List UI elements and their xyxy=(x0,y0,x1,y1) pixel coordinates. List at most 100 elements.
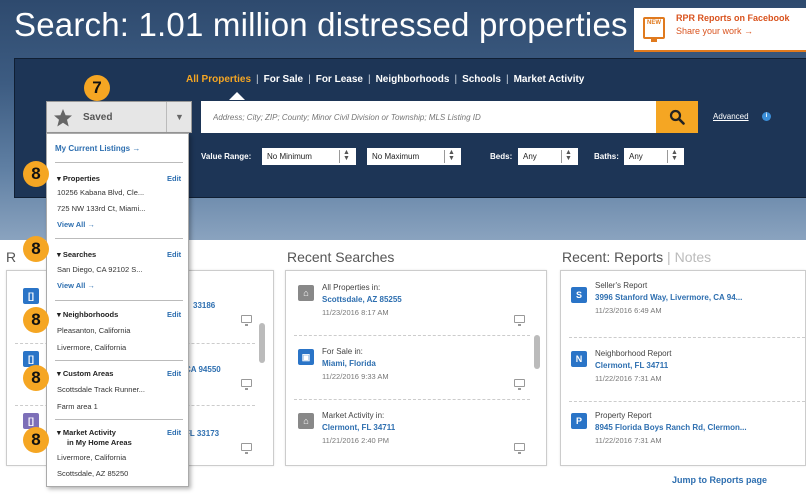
properties-view-all-link[interactable]: View All → xyxy=(57,220,95,229)
tab-separator: | xyxy=(505,74,509,85)
search-timestamp: 11/23/2016 8:17 AM xyxy=(322,308,389,317)
stepper-arrows-icon: ▲ ▼ xyxy=(444,149,458,163)
monitor-icon[interactable] xyxy=(514,315,525,326)
value-range-label: Value Range: xyxy=(201,152,252,161)
baths-select[interactable]: Any ▲ ▼ xyxy=(624,148,684,165)
tab-market-activity[interactable]: Market Activity xyxy=(514,74,585,85)
scrollbar-thumb[interactable] xyxy=(259,323,265,363)
home-icon: ⌂ xyxy=(298,413,314,429)
search-type: Market Activity in: xyxy=(322,411,385,420)
recent-property-zip[interactable]: CA 94550 xyxy=(185,365,221,374)
search-tabs: All Properties | For Sale | For Lease | Neighb… xyxy=(186,74,584,90)
callout-badge-8: 8 xyxy=(23,161,49,187)
facebook-share-link[interactable]: Share your work → xyxy=(676,26,753,36)
monitor-new-icon: NEW xyxy=(643,17,665,42)
tab-for-lease[interactable]: For Lease xyxy=(316,74,363,85)
max-value-select[interactable]: No Maximum ▲ ▼ xyxy=(367,148,461,165)
property-report-icon: P xyxy=(571,413,587,429)
row-divider xyxy=(294,335,530,336)
baths-label: Baths: xyxy=(594,152,619,161)
saved-search-item[interactable]: San Diego, CA 92102 S... xyxy=(57,265,142,274)
reports-tab[interactable]: Recent: Reports xyxy=(562,249,663,265)
monitor-icon[interactable] xyxy=(241,379,252,390)
saved-custom-area-item[interactable]: Farm area 1 xyxy=(57,402,98,411)
beds-select[interactable]: Any ▲ ▼ xyxy=(518,148,578,165)
search-location-link[interactable]: Miami, Florida xyxy=(322,359,376,368)
search-location-link[interactable]: Scottsdale, AZ 85255 xyxy=(322,295,402,304)
saved-neighborhood-item[interactable]: Livermore, California xyxy=(57,343,126,352)
notes-tab[interactable]: Notes xyxy=(675,249,712,265)
neighborhood-report-icon: N xyxy=(571,351,587,367)
tab-for-sale[interactable]: For Sale xyxy=(264,74,303,85)
report-link[interactable]: 8945 Florida Boys Ranch Rd, Clermon... xyxy=(595,423,805,432)
neighborhoods-section-header[interactable]: ▾ Neighborhoods xyxy=(57,310,118,319)
searches-edit-link[interactable]: Edit xyxy=(167,250,181,259)
searches-section-header[interactable]: ▾ Searches xyxy=(57,250,96,259)
market-activity-section-header[interactable]: ▾ Market Activity xyxy=(57,428,116,437)
callout-badge-7: 7 xyxy=(84,75,110,101)
facebook-promo-title[interactable]: RPR Reports on Facebook xyxy=(676,13,790,23)
search-location-link[interactable]: Clermont, FL 34711 xyxy=(322,423,395,432)
beds-value: Any xyxy=(523,152,537,161)
searches-view-all-link[interactable]: View All → xyxy=(57,281,95,290)
saved-property-item[interactable]: 10256 Kabana Blvd, Cle... xyxy=(57,188,144,197)
my-current-listings-link[interactable]: My Current Listings → xyxy=(55,144,140,153)
chevron-down-icon[interactable]: ▼ xyxy=(166,102,192,132)
tab-schools[interactable]: Schools xyxy=(462,74,501,85)
properties-edit-link[interactable]: Edit xyxy=(167,174,181,183)
saved-market-area-item[interactable]: Livermore, California xyxy=(57,453,126,462)
recent-property-zip[interactable]: FL 33173 xyxy=(185,429,219,438)
custom-areas-edit-link[interactable]: Edit xyxy=(167,369,181,378)
recent-searches-card: ⌂ All Properties in: Scottsdale, AZ 8525… xyxy=(285,270,547,466)
saved-property-item[interactable]: 725 NW 133rd Ct, Miami... xyxy=(57,204,145,213)
saved-market-area-item[interactable]: Scottsdale, AZ 85250 xyxy=(57,469,128,478)
recent-properties-heading: R xyxy=(6,249,17,265)
monitor-icon[interactable] xyxy=(514,379,525,390)
report-timestamp: 11/23/2016 6:49 AM xyxy=(595,306,662,315)
tab-separator: | xyxy=(308,74,311,85)
market-activity-section-title: Market Activity xyxy=(62,428,116,437)
saved-neighborhood-item[interactable]: Pleasanton, California xyxy=(57,326,130,335)
advanced-search-link[interactable]: Advanced xyxy=(713,112,749,121)
max-value-text: No Maximum xyxy=(372,152,420,161)
recent-searches-heading: Recent Searches xyxy=(287,249,395,265)
recent-reports-heading: Recent: Reports | Notes xyxy=(562,249,711,265)
info-icon[interactable]: i xyxy=(762,112,771,121)
row-divider xyxy=(569,401,805,402)
saved-custom-area-item[interactable]: Scottsdale Track Runner... xyxy=(57,385,145,394)
tab-neighborhoods[interactable]: Neighborhoods xyxy=(376,74,450,85)
monitor-icon[interactable] xyxy=(241,315,252,326)
report-link[interactable]: Clermont, FL 34711 xyxy=(595,361,805,370)
search-icon xyxy=(669,109,685,125)
saved-dropdown: My Current Listings → ▾ Properties Edit … xyxy=(46,133,189,487)
jump-to-reports-link[interactable]: Jump to Reports page xyxy=(672,475,767,485)
search-button[interactable] xyxy=(656,101,698,133)
market-activity-edit-link[interactable]: Edit xyxy=(167,428,181,437)
monitor-icon[interactable] xyxy=(514,443,525,454)
active-tab-pointer xyxy=(229,92,245,100)
custom-areas-section-header[interactable]: ▾ Custom Areas xyxy=(57,369,113,378)
tab-separator: | xyxy=(663,249,675,265)
recent-property-zip[interactable]: 33186 xyxy=(193,301,215,310)
facebook-promo[interactable]: NEW RPR Reports on Facebook Share your w… xyxy=(634,8,806,52)
properties-section-header[interactable]: ▾ Properties xyxy=(57,174,100,183)
tab-separator: | xyxy=(454,74,458,85)
monitor-icon[interactable] xyxy=(241,443,252,454)
row-divider xyxy=(569,337,805,338)
home-icon: ⌂ xyxy=(298,285,314,301)
saved-menu-toggle[interactable]: Saved ▼ xyxy=(46,101,192,133)
report-timestamp: 11/22/2016 7:31 AM xyxy=(595,374,662,383)
report-type: Seller's Report xyxy=(595,281,648,290)
divider xyxy=(55,300,183,301)
neighborhoods-edit-link[interactable]: Edit xyxy=(167,310,181,319)
scrollbar-thumb[interactable] xyxy=(534,335,540,369)
report-icon: [] xyxy=(23,288,39,304)
tab-all-properties[interactable]: All Properties xyxy=(186,74,251,85)
custom-areas-section-title: Custom Areas xyxy=(62,369,114,378)
report-link[interactable]: 3996 Stanford Way, Livermore, CA 94... xyxy=(595,293,805,302)
stepper-arrows-icon: ▲ ▼ xyxy=(667,149,681,163)
min-value-select[interactable]: No Minimum ▲ ▼ xyxy=(262,148,356,165)
report-type: Neighborhood Report xyxy=(595,349,672,358)
search-input[interactable] xyxy=(201,101,656,133)
callout-badge-8: 8 xyxy=(23,236,49,262)
